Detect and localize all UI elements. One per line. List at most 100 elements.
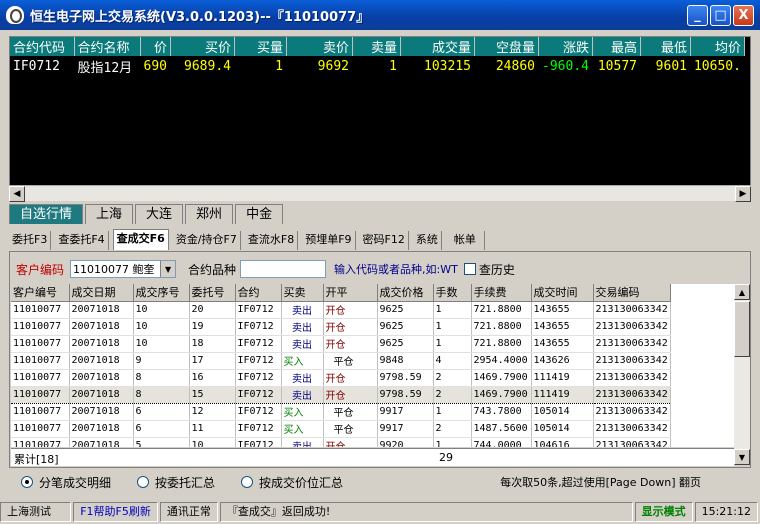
quote-col-ask-vol[interactable]: 卖量 <box>352 37 401 56</box>
quote-col-avg[interactable]: 均价 <box>690 37 745 56</box>
table-cell: 开仓 <box>323 335 378 353</box>
col-time[interactable]: 成交时间 <box>531 284 594 302</box>
scroll-up-icon[interactable]: ▲ <box>734 284 750 300</box>
contract-label: 合约品种 <box>188 262 237 277</box>
quote-col-change[interactable]: 涨跌 <box>538 37 593 56</box>
table-cell: 15 <box>189 385 236 404</box>
table-cell: 卖出 <box>281 437 324 447</box>
table-cell: 213130063342 <box>593 301 671 319</box>
table-cell: 开仓 <box>323 437 378 447</box>
table-cell: 平仓 <box>323 352 378 370</box>
table-row[interactable]: 11010077 20071018 9 17 IF0712 买入 平仓 9848 4 2954.4… <box>11 352 671 370</box>
quote-col-bid[interactable]: 买价 <box>170 37 235 56</box>
contract-input[interactable] <box>240 260 327 278</box>
col-date[interactable]: 成交日期 <box>69 284 134 302</box>
scroll-right-icon[interactable]: ▶ <box>735 186 751 202</box>
history-checkbox[interactable] <box>463 263 476 275</box>
tab-password[interactable]: 密码F12 <box>360 231 409 250</box>
quote-cell: 9689.4 <box>170 56 235 76</box>
table-cell: 平仓 <box>323 403 378 421</box>
radio-by-price-label[interactable]: 按成交价位汇总 <box>259 474 343 491</box>
table-cell: 20071018 <box>69 318 134 336</box>
table-row[interactable]: 11010077 20071018 6 11 IF0712 买入 平仓 9917 2 1487.5… <box>11 420 671 438</box>
table-cell: 买入 <box>281 352 324 370</box>
quote-col-oi[interactable]: 空盘量 <box>474 37 539 56</box>
tab-preorder[interactable]: 预埋单F9 <box>302 231 356 250</box>
table-cell: 11010077 <box>11 403 70 421</box>
close-button[interactable]: X <box>733 5 754 26</box>
table-cell: 143655 <box>531 318 594 336</box>
col-side[interactable]: 买卖 <box>281 284 324 302</box>
customer-select[interactable]: 11010077 鲍奎 ▼ <box>70 260 177 278</box>
table-cell: 213130063342 <box>593 385 671 404</box>
table-row[interactable]: 11010077 20071018 8 15 IF0712 卖出 开仓 9798.59 2 146… <box>11 385 671 404</box>
table-cell: 20071018 <box>69 301 134 319</box>
minimize-button[interactable]: _ <box>687 5 708 26</box>
tab-cffex[interactable]: 中金 <box>235 204 284 224</box>
tab-order[interactable]: 委托F3 <box>9 231 52 250</box>
table-cell: 平仓 <box>323 420 378 438</box>
col-trading-code[interactable]: 交易编码 <box>593 284 671 302</box>
col-order-no[interactable]: 委托号 <box>189 284 236 302</box>
contract-hint: 输入代码或者品种,如:WT <box>334 263 458 276</box>
quote-col-code[interactable]: 合约代码 <box>10 37 75 56</box>
scroll-thumb[interactable] <box>734 301 750 357</box>
maximize-button[interactable]: □ <box>710 5 731 26</box>
tab-query-orders[interactable]: 查委托F4 <box>55 231 109 250</box>
quote-col-high[interactable]: 最高 <box>592 37 641 56</box>
col-lots[interactable]: 手数 <box>433 284 472 302</box>
tab-system[interactable]: 系统 <box>413 231 442 250</box>
radio-by-order[interactable] <box>137 476 150 488</box>
table-row[interactable]: 11010077 20071018 6 12 IF0712 买入 平仓 9917 1 743.78… <box>11 403 671 421</box>
table-cell: 213130063342 <box>593 437 671 447</box>
col-customer[interactable]: 客户编号 <box>11 284 70 302</box>
table-cell: 5 <box>133 437 190 447</box>
scroll-left-icon[interactable]: ◀ <box>9 186 25 202</box>
status-bar: 上海测试 F1帮助F5刷新 通讯正常 『查成交』返回成功! 显示模式 15:21… <box>0 500 760 524</box>
quote-col-ask[interactable]: 卖价 <box>286 37 353 56</box>
table-row[interactable]: 11010077 20071018 10 19 IF0712 卖出 开仓 9625 1 721.8… <box>11 318 671 336</box>
window-title: 恒生电子网上交易系统(V3.0.0.1203)--『11010077』 <box>30 9 370 25</box>
col-contract[interactable]: 合约 <box>235 284 282 302</box>
tab-watchlist[interactable]: 自选行情 <box>9 204 84 224</box>
tab-statement[interactable]: 帐单 <box>446 231 485 250</box>
table-cell: 20071018 <box>69 403 134 421</box>
table-row[interactable]: 11010077 20071018 10 20 IF0712 卖出 开仓 9625 1 721.8… <box>11 301 671 319</box>
quote-col-low[interactable]: 最低 <box>640 37 691 56</box>
tab-zhengzhou[interactable]: 郑州 <box>185 204 234 224</box>
function-tabs: 委托F3 查委托F4 查成交F6 资金/持仓F7 查流水F8 预埋单F9 密码F… <box>9 229 489 251</box>
tab-query-flow[interactable]: 查流水F8 <box>245 231 299 250</box>
tab-shanghai[interactable]: 上海 <box>85 204 134 224</box>
table-cell: 10 <box>133 318 190 336</box>
chevron-down-icon[interactable]: ▼ <box>160 261 176 277</box>
radio-detail-label[interactable]: 分笔成交明细 <box>39 474 111 491</box>
quote-horizontal-scrollbar[interactable]: ◀ ▶ <box>9 185 751 202</box>
scroll-down-icon[interactable]: ▼ <box>734 449 750 465</box>
grid-vertical-scrollbar[interactable]: ▲ ▼ <box>734 284 750 465</box>
radio-detail[interactable] <box>21 476 33 488</box>
display-mode-button[interactable]: 显示模式 <box>634 502 693 522</box>
table-cell: 10 <box>133 335 190 353</box>
table-row[interactable]: 1101007720071018510IF0712卖出开仓99201744.00… <box>11 437 671 447</box>
quote-col-volume[interactable]: 成交量 <box>400 37 475 56</box>
tab-funds-positions[interactable]: 资金/持仓F7 <box>173 231 241 250</box>
quote-col-price[interactable]: 价 <box>140 37 171 56</box>
col-fee[interactable]: 手续费 <box>471 284 532 302</box>
radio-by-order-label[interactable]: 按委托汇总 <box>155 474 215 491</box>
col-price[interactable]: 成交价格 <box>377 284 434 302</box>
col-open-close[interactable]: 开平 <box>323 284 378 302</box>
table-row[interactable]: 11010077 20071018 8 16 IF0712 卖出 开仓 9798.59 2 146… <box>11 369 671 387</box>
quote-col-bid-vol[interactable]: 买量 <box>234 37 287 56</box>
table-cell: 1469.7900 <box>471 369 532 387</box>
col-trade-no[interactable]: 成交序号 <box>133 284 190 302</box>
tab-query-trades[interactable]: 查成交F6 <box>112 229 169 250</box>
table-cell: 1 <box>433 318 472 336</box>
quote-row[interactable]: IF0712 股指12月 690 9689.4 1 9692 1 103215 … <box>10 56 745 76</box>
radio-by-price[interactable] <box>241 476 254 488</box>
table-cell: 20071018 <box>69 352 134 370</box>
tab-dalian[interactable]: 大连 <box>135 204 184 224</box>
quote-col-name[interactable]: 合约名称 <box>74 37 141 56</box>
table-cell: 9625 <box>377 301 434 319</box>
table-cell: 213130063342 <box>593 420 671 438</box>
table-row[interactable]: 11010077 20071018 10 18 IF0712 卖出 开仓 9625 1 721.8… <box>11 335 671 353</box>
